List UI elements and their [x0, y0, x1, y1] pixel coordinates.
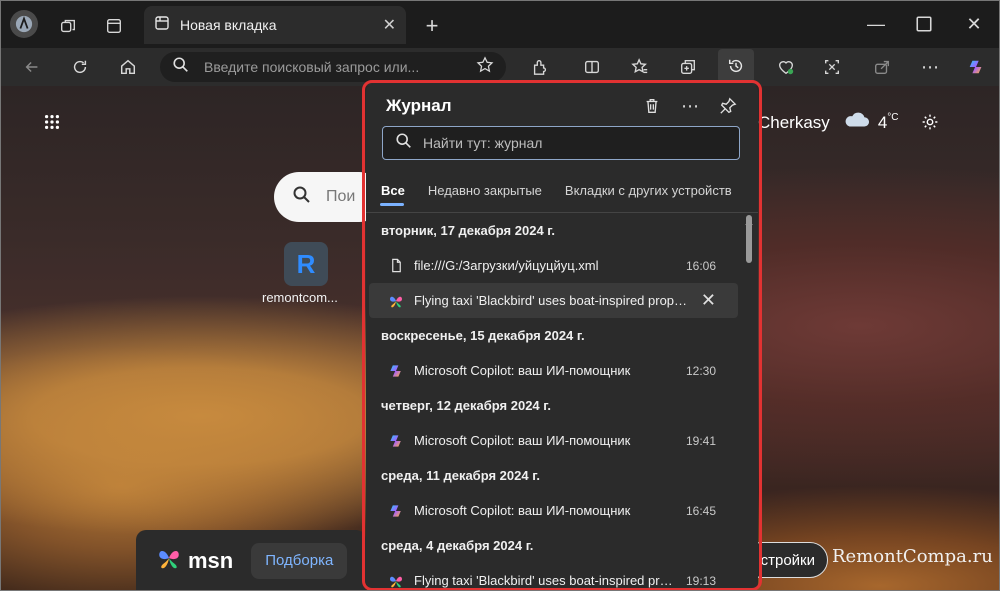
- search-icon: [292, 185, 312, 210]
- vertical-tabs-icon[interactable]: [98, 10, 130, 42]
- history-date-header: воскресенье, 15 декабря 2024 г.: [381, 328, 585, 343]
- history-panel-actions: ⋯: [636, 90, 744, 122]
- history-list: вторник, 17 декабря 2024 г. file:///G:/З…: [366, 213, 742, 591]
- tab-recently-closed[interactable]: Недавно закрытые: [427, 180, 550, 206]
- workspaces-icon[interactable]: [52, 10, 84, 42]
- history-entry-title: Flying taxi 'Blackbird' uses boat-inspir…: [414, 573, 674, 588]
- back-button[interactable]: [16, 51, 48, 83]
- msn-logo: msn: [188, 547, 234, 573]
- history-entry-title: Microsoft Copilot: ваш ИИ-помощник: [414, 433, 631, 448]
- tab-all[interactable]: Все: [380, 180, 413, 206]
- msn-feed-bar: msn Подборка: [136, 530, 366, 591]
- more-menu-icon[interactable]: ⋯: [914, 51, 946, 83]
- collections-icon[interactable]: [672, 51, 704, 83]
- history-entry-time: 16:06: [685, 258, 716, 273]
- history-date-header: четверг, 12 декабря 2024 г.: [381, 398, 552, 413]
- tab-bar: Новая вкладка ✕ + — ✕: [0, 0, 1000, 48]
- remontcompa-logo-icon: R: [296, 248, 316, 279]
- copilot-icon[interactable]: [960, 51, 992, 83]
- history-entry[interactable]: Flying taxi 'Blackbird' uses boat-inspir…: [366, 563, 742, 591]
- msn-butterfly-icon: [388, 293, 404, 309]
- history-entry-time: 19:13: [685, 573, 716, 588]
- refresh-button[interactable]: [64, 51, 96, 83]
- weather-unit: °C: [887, 112, 899, 123]
- new-tab-page-icon: [154, 15, 170, 36]
- history-button[interactable]: [718, 49, 754, 83]
- split-screen-icon[interactable]: [576, 51, 608, 83]
- close-window-button[interactable]: ✕: [958, 8, 990, 40]
- feed-selection-button[interactable]: Подборка: [251, 542, 348, 579]
- profile-avatar[interactable]: [10, 10, 38, 38]
- maximize-button[interactable]: [908, 8, 940, 40]
- history-date-header: вторник, 17 декабря 2024 г.: [381, 223, 556, 238]
- history-entry-title: Flying taxi 'Blackbird' uses boat-inspir…: [414, 293, 689, 308]
- tab-other-devices[interactable]: Вкладки с других устройств: [564, 180, 740, 206]
- cloud-icon: [842, 110, 870, 135]
- history-scrollbar-thumb[interactable]: [746, 215, 752, 263]
- msn-butterfly-icon: [388, 573, 404, 589]
- search-icon: [172, 56, 190, 79]
- weather-temperature: 4: [877, 112, 888, 132]
- pin-history-icon[interactable]: [712, 90, 744, 122]
- history-panel-title: Журнал: [386, 96, 452, 115]
- history-date-header: среда, 11 декабря 2024 г.: [381, 468, 540, 483]
- browser-essentials-icon[interactable]: [770, 51, 802, 83]
- history-date-header: среда, 4 декабря 2024 г.: [381, 538, 534, 553]
- quick-link-tile[interactable]: R: [284, 242, 328, 286]
- history-entry-time: 16:45: [685, 503, 716, 518]
- remove-entry-close-icon[interactable]: ✕: [701, 290, 716, 311]
- address-placeholder: Введите поисковый запрос или...: [204, 59, 420, 75]
- minimize-button[interactable]: —: [860, 8, 892, 40]
- history-entry-hovered[interactable]: Flying taxi 'Blackbird' uses boat-inspir…: [369, 283, 738, 318]
- history-entry-time: 12:30: [685, 363, 716, 378]
- history-search-input[interactable]: [423, 135, 727, 151]
- copilot-icon: [388, 433, 404, 449]
- msn-butterfly-icon: [156, 545, 182, 576]
- file-icon: [388, 258, 404, 274]
- history-search-box[interactable]: [382, 126, 740, 160]
- delete-history-trash-icon[interactable]: [636, 90, 668, 122]
- home-button[interactable]: [112, 51, 144, 83]
- weather-city: Cherkasy: [758, 112, 830, 132]
- history-entry[interactable]: Microsoft Copilot: ваш ИИ-помощник 16:45: [366, 493, 742, 528]
- new-tab-button[interactable]: +: [416, 10, 448, 42]
- history-entry[interactable]: file:///G:/Загрузки/уйцуцйуц.xml 16:06: [366, 248, 742, 283]
- extensions-icon[interactable]: [524, 51, 556, 83]
- history-entry-time: 19:41: [685, 433, 716, 448]
- copilot-icon: [388, 363, 404, 379]
- search-icon: [395, 132, 413, 155]
- screenshot-icon[interactable]: [816, 51, 848, 83]
- close-tab-icon[interactable]: ✕: [383, 15, 396, 35]
- watermark: RemontCompa.ru: [832, 546, 993, 567]
- tab-title: Новая вкладка: [180, 17, 277, 33]
- active-tab[interactable]: Новая вкладка ✕: [144, 6, 406, 44]
- quick-link-label: remontcom...: [262, 290, 338, 305]
- favorite-star-icon[interactable]: [476, 55, 494, 79]
- copilot-icon: [388, 503, 404, 519]
- history-entry-title: Microsoft Copilot: ваш ИИ-помощник: [414, 363, 631, 378]
- share-icon[interactable]: [866, 51, 898, 83]
- newtab-search-placeholder: Пои: [326, 188, 356, 205]
- address-bar[interactable]: Введите поисковый запрос или...: [160, 52, 506, 82]
- history-more-options-icon[interactable]: ⋯: [674, 90, 706, 122]
- favorites-icon[interactable]: [624, 51, 656, 83]
- history-panel: Журнал ⋯ Все Недавно закрытые Вкладки с …: [366, 84, 758, 591]
- history-entry[interactable]: Microsoft Copilot: ваш ИИ-помощник 19:41: [366, 423, 742, 458]
- history-entry-title: Microsoft Copilot: ваш ИИ-помощник: [414, 503, 631, 518]
- weather-widget[interactable]: Cherkasy 4 °C: [758, 110, 899, 135]
- history-tabs: Все Недавно закрытые Вкладки с других ус…: [380, 180, 754, 206]
- history-entry-title: file:///G:/Загрузки/уйцуцйуц.xml: [414, 258, 599, 273]
- page-settings-gear-icon[interactable]: [914, 106, 946, 138]
- apps-grid-icon[interactable]: [36, 106, 68, 138]
- history-entry[interactable]: Microsoft Copilot: ваш ИИ-помощник 12:30: [366, 353, 742, 388]
